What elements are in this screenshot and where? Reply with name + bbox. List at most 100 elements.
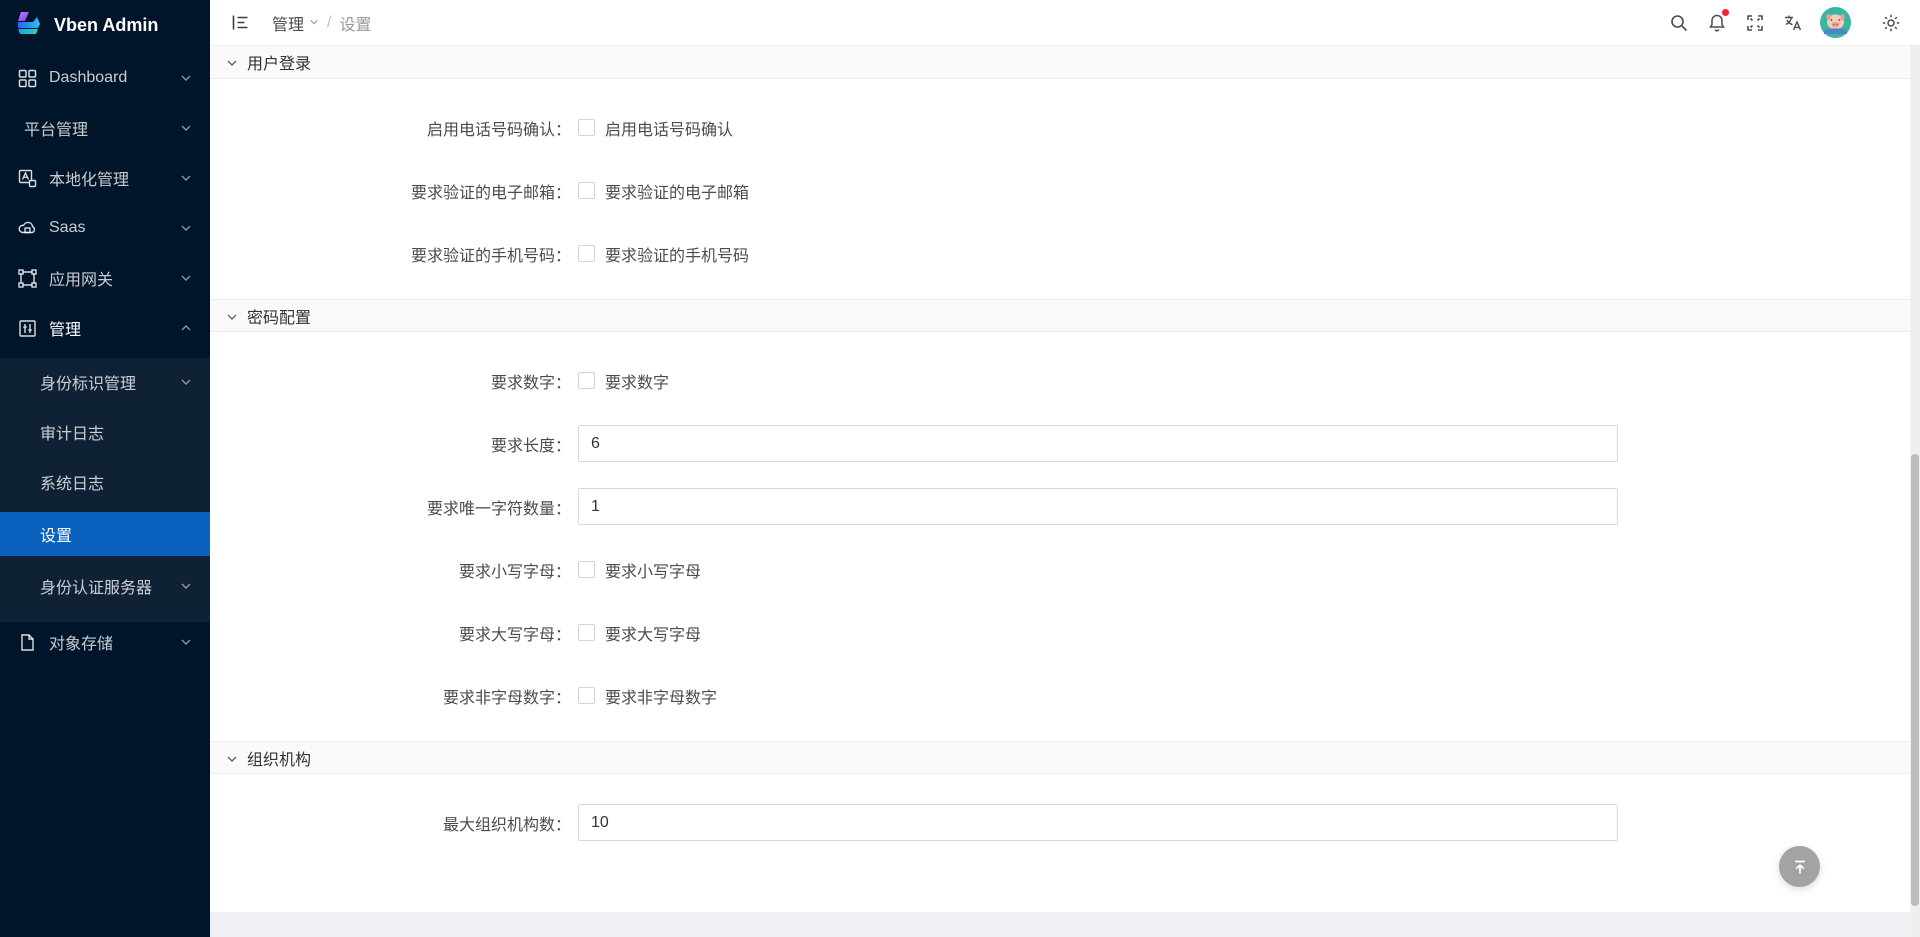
checkbox-label[interactable]: 要求小写字母: [605, 558, 701, 582]
form-row-unique-chars: 要求唯一字符数量：: [210, 488, 1920, 525]
admin-submenu: 身份标识管理 审计日志 系统日志 设置 身份认证服务器: [0, 358, 210, 622]
form-row-require-uppercase: 要求大写字母： 要求大写字母: [210, 614, 1920, 651]
form-row-required-length: 要求长度：: [210, 425, 1920, 462]
sidebar-subitem-identity-server[interactable]: 身份认证服务器: [0, 566, 210, 606]
settings-button[interactable]: [1872, 0, 1910, 46]
checkbox-label[interactable]: 要求验证的手机号码: [605, 242, 749, 266]
section-body-password-config: 要求数字： 要求数字 要求长度： 要求唯一字符数量：: [210, 332, 1920, 741]
section-header-password-config[interactable]: 密码配置: [210, 299, 1920, 332]
file-icon: [18, 633, 37, 652]
bell-icon: [1707, 13, 1727, 33]
back-to-top-button[interactable]: [1779, 846, 1820, 887]
sidebar-item-object-storage[interactable]: 对象存储: [0, 622, 210, 662]
fullscreen-icon: [1745, 13, 1765, 33]
chevron-down-icon: [226, 56, 238, 68]
form-row-require-lowercase: 要求小写字母： 要求小写字母: [210, 551, 1920, 588]
search-button[interactable]: [1660, 0, 1698, 46]
collapse-sidebar-button[interactable]: [224, 7, 256, 39]
chevron-down-icon: [180, 272, 192, 284]
form-label: 最大组织机构数：: [210, 811, 571, 835]
section-body-user-login: 启用电话号码确认： 启用电话号码确认 要求验证的电子邮箱： 要求验证的电子邮箱: [210, 79, 1920, 299]
breadcrumb: 管理 / 设置: [272, 11, 371, 35]
sidebar-subitem-system-logs[interactable]: 系统日志: [0, 462, 210, 502]
settings-form-card: 用户登录 启用电话号码确认： 启用电话号码确认 要求验证的电子邮箱：: [210, 46, 1920, 912]
search-icon: [1669, 13, 1689, 33]
require-nonalphanumeric-checkbox[interactable]: [578, 687, 595, 704]
email-verified-checkbox[interactable]: [578, 182, 595, 199]
caret-down-icon: [309, 14, 319, 32]
gear-icon: [1881, 13, 1901, 33]
form-label: 要求验证的电子邮箱：: [210, 179, 571, 203]
form-row-require-digit: 要求数字： 要求数字: [210, 362, 1920, 399]
vben-logo-icon: [14, 8, 44, 43]
form-row-phone-verified: 要求验证的手机号码： 要求验证的手机号码: [210, 235, 1920, 272]
sidebar-item-saas[interactable]: Saas: [0, 208, 210, 248]
form-label: 要求大写字母：: [210, 621, 571, 645]
sidebar-item-app-gateway[interactable]: 应用网关: [0, 258, 210, 298]
sidebar: Vben Admin Dashboard 平台管理: [0, 0, 210, 937]
phone-verified-checkbox[interactable]: [578, 245, 595, 262]
unique-chars-input[interactable]: [578, 488, 1618, 525]
max-org-units-input[interactable]: [578, 804, 1618, 841]
app-logo[interactable]: Vben Admin: [0, 0, 210, 50]
content-scroll-area: 用户登录 启用电话号码确认： 启用电话号码确认 要求验证的电子邮箱：: [210, 46, 1920, 937]
section-header-user-login[interactable]: 用户登录: [210, 46, 1920, 79]
notification-dot: [1722, 9, 1729, 16]
dashboard-icon: [18, 69, 37, 88]
header-bar: 管理 / 设置: [210, 0, 1920, 46]
app-title: Vben Admin: [54, 15, 158, 36]
sidebar-nav: Dashboard 平台管理 本地: [0, 50, 210, 672]
form-label: 要求非字母数字：: [210, 684, 571, 708]
section-body-organization: 最大组织机构数：: [210, 774, 1920, 868]
chevron-down-icon: [180, 636, 192, 648]
chevron-down-icon: [226, 752, 238, 764]
arrow-up-to-line-icon: [1790, 857, 1810, 877]
saas-cloud-icon: [18, 219, 37, 238]
notification-button[interactable]: [1698, 0, 1736, 46]
require-lowercase-checkbox[interactable]: [578, 561, 595, 578]
require-uppercase-checkbox[interactable]: [578, 624, 595, 641]
chevron-down-icon: [180, 72, 192, 84]
section-header-organization[interactable]: 组织机构: [210, 741, 1920, 774]
breadcrumb-separator: /: [327, 14, 331, 32]
sidebar-item-localization[interactable]: 本地化管理: [0, 158, 210, 198]
form-label: 启用电话号码确认：: [210, 116, 571, 140]
fullscreen-button[interactable]: [1736, 0, 1774, 46]
sidebar-subitem-identity-management[interactable]: 身份标识管理: [0, 362, 210, 402]
sidebar-item-admin[interactable]: 管理: [0, 308, 210, 348]
checkbox-label[interactable]: 启用电话号码确认: [605, 116, 733, 140]
chevron-down-icon: [180, 172, 192, 184]
sidebar-item-platform-management[interactable]: 平台管理: [0, 108, 210, 148]
checkbox-label[interactable]: 要求数字: [605, 369, 669, 393]
checkbox-label[interactable]: 要求大写字母: [605, 621, 701, 645]
form-row-max-org-units: 最大组织机构数：: [210, 804, 1920, 841]
section-title: 密码配置: [247, 304, 311, 328]
section-title: 组织机构: [247, 746, 311, 770]
form-label: 要求长度：: [210, 432, 571, 456]
sidebar-subitem-audit-logs[interactable]: 审计日志: [0, 412, 210, 452]
form-label: 要求数字：: [210, 369, 571, 393]
gateway-icon: [18, 269, 37, 288]
checkbox-label[interactable]: 要求非字母数字: [605, 684, 717, 708]
scrollbar-thumb[interactable]: [1911, 454, 1919, 906]
localization-icon: [18, 169, 37, 188]
checkbox-label[interactable]: 要求验证的电子邮箱: [605, 179, 749, 203]
chevron-up-icon: [180, 322, 192, 334]
chevron-down-icon: [180, 122, 192, 134]
require-digit-checkbox[interactable]: [578, 372, 595, 389]
form-row-email-verified: 要求验证的电子邮箱： 要求验证的电子邮箱: [210, 172, 1920, 209]
user-avatar[interactable]: [1812, 0, 1858, 46]
sidebar-item-dashboard[interactable]: Dashboard: [0, 58, 210, 98]
breadcrumb-item-settings: 设置: [339, 11, 371, 35]
phone-confirm-checkbox[interactable]: [578, 119, 595, 136]
required-length-input[interactable]: [578, 425, 1618, 462]
locale-switch-button[interactable]: [1774, 0, 1812, 46]
scrollbar-track[interactable]: [1910, 46, 1920, 937]
form-row-phone-confirm: 启用电话号码确认： 启用电话号码确认: [210, 109, 1920, 146]
sidebar-subitem-settings[interactable]: 设置: [0, 512, 210, 556]
main-area: 管理 / 设置: [210, 0, 1920, 937]
breadcrumb-item-admin[interactable]: 管理: [272, 11, 319, 35]
chevron-down-icon: [180, 376, 192, 388]
chevron-down-icon: [226, 310, 238, 322]
chevron-down-icon: [180, 580, 192, 592]
